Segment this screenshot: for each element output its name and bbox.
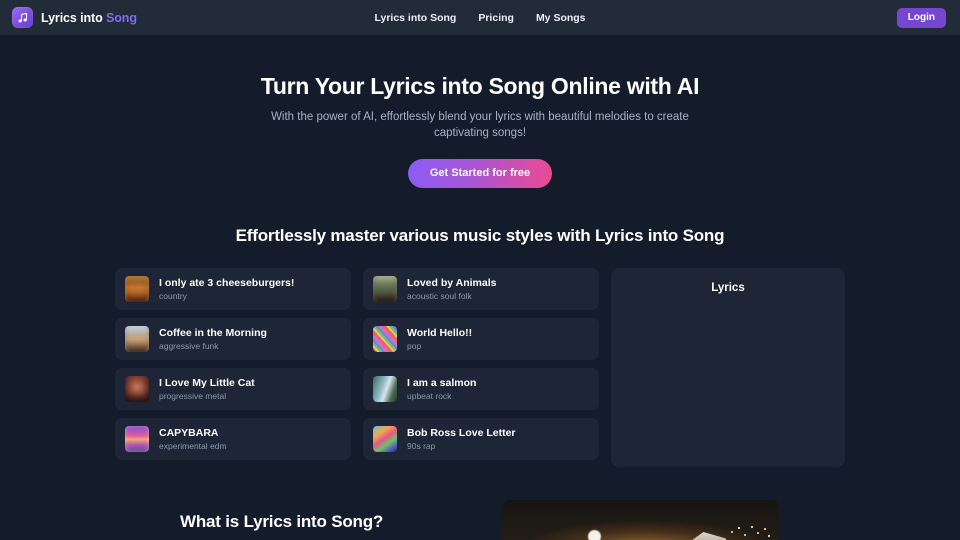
song-styles-grid: I only ate 3 cheeseburgers! country Coff… xyxy=(115,267,845,467)
about-section: What is Lyrics into Song? xyxy=(0,490,960,540)
song-genre: experimental edm xyxy=(159,440,227,451)
song-title: World Hello!! xyxy=(407,326,473,339)
song-meta: Coffee in the Morning aggressive funk xyxy=(159,327,267,351)
song-meta: CAPYBARA experimental edm xyxy=(159,427,227,451)
song-meta: World Hello!! pop xyxy=(407,327,472,351)
coffee-cityscape-thumbnail xyxy=(125,325,149,352)
nav-item-lyrics-into-song[interactable]: Lyrics into Song xyxy=(374,12,456,24)
painting-landscape-thumbnail xyxy=(373,425,397,452)
hero-title: Turn Your Lyrics into Song Online with A… xyxy=(260,73,700,99)
about-section-title: What is Lyrics into Song? xyxy=(180,512,384,531)
song-genre: country xyxy=(159,290,187,301)
song-card[interactable]: World Hello!! pop xyxy=(363,317,599,360)
song-genre: 90s rap xyxy=(407,440,436,451)
song-card[interactable]: Coffee in the Morning aggressive funk xyxy=(115,317,351,360)
get-started-button[interactable]: Get Started for free xyxy=(407,158,553,188)
waterfall-salmon-thumbnail xyxy=(373,375,397,402)
city-lights xyxy=(727,522,773,540)
hero-subtitle: With the power of AI, effortlessly blend… xyxy=(271,110,689,140)
song-title: Loved by Animals xyxy=(407,276,497,289)
song-title: I am a salmon xyxy=(407,376,477,389)
sunset-water-thumbnail xyxy=(125,425,149,452)
night-sky-scene-image xyxy=(502,500,779,540)
song-genre: acoustic soul folk xyxy=(407,290,472,301)
nav-item-my-songs[interactable]: My Songs xyxy=(536,12,586,24)
brand-title-accent: Song xyxy=(106,10,137,25)
forest-animals-thumbnail xyxy=(373,275,397,302)
burger-diner-thumbnail xyxy=(125,275,149,302)
song-card[interactable]: I only ate 3 cheeseburgers! country xyxy=(115,267,351,310)
nav-item-pricing[interactable]: Pricing xyxy=(478,12,514,24)
song-meta: Bob Ross Love Letter 90s rap xyxy=(407,427,516,451)
hero-cta-wrapper: Get Started for free xyxy=(0,158,960,188)
song-genre: pop xyxy=(407,340,422,351)
song-column-right: Loved by Animals acoustic soul folk Worl… xyxy=(363,267,599,460)
song-title: CAPYBARA xyxy=(159,426,219,439)
song-card[interactable]: Loved by Animals acoustic soul folk xyxy=(363,267,599,310)
song-card[interactable]: Bob Ross Love Letter 90s rap xyxy=(363,417,599,460)
song-title: I only ate 3 cheeseburgers! xyxy=(159,276,295,289)
song-title: I Love My Little Cat xyxy=(159,376,255,389)
brand-title-primary: Lyrics into xyxy=(41,10,107,25)
moon-shape xyxy=(588,530,601,540)
landing-page: Lyrics into Song Lyrics into Song Pricin… xyxy=(0,0,960,540)
site-header: Lyrics into Song Lyrics into Song Pricin… xyxy=(0,0,960,35)
song-meta: I only ate 3 cheeseburgers! country xyxy=(159,277,294,301)
confetti-crowd-thumbnail xyxy=(373,325,397,352)
music-note-icon xyxy=(12,7,33,28)
song-title: Coffee in the Morning xyxy=(159,326,267,339)
lyrics-panel-title: Lyrics xyxy=(711,281,745,294)
song-genre: progressive metal xyxy=(159,390,227,401)
song-card[interactable]: I am a salmon upbeat rock xyxy=(363,367,599,410)
song-title: Bob Ross Love Letter xyxy=(407,426,516,439)
login-button[interactable]: Login xyxy=(896,7,946,28)
song-genre: aggressive funk xyxy=(159,340,219,351)
song-card[interactable]: I Love My Little Cat progressive metal xyxy=(115,367,351,410)
cat-portrait-thumbnail xyxy=(125,375,149,402)
song-card[interactable]: CAPYBARA experimental edm xyxy=(115,417,351,460)
styles-section-title: Effortlessly master various music styles… xyxy=(235,225,725,245)
main-navigation: Lyrics into Song Pricing My Songs xyxy=(374,12,585,24)
song-meta: Loved by Animals acoustic soul folk xyxy=(407,277,496,301)
song-meta: I Love My Little Cat progressive metal xyxy=(159,377,255,401)
brand-logo[interactable]: Lyrics into Song xyxy=(12,7,137,28)
lyrics-panel[interactable]: Lyrics xyxy=(611,267,845,467)
hero-section: Turn Your Lyrics into Song Online with A… xyxy=(0,35,960,188)
song-genre: upbeat rock xyxy=(407,390,452,401)
song-meta: I am a salmon upbeat rock xyxy=(407,377,476,401)
song-column-left: I only ate 3 cheeseburgers! country Coff… xyxy=(115,267,351,460)
mountain-shape xyxy=(684,532,726,540)
brand-title: Lyrics into Song xyxy=(41,11,137,25)
